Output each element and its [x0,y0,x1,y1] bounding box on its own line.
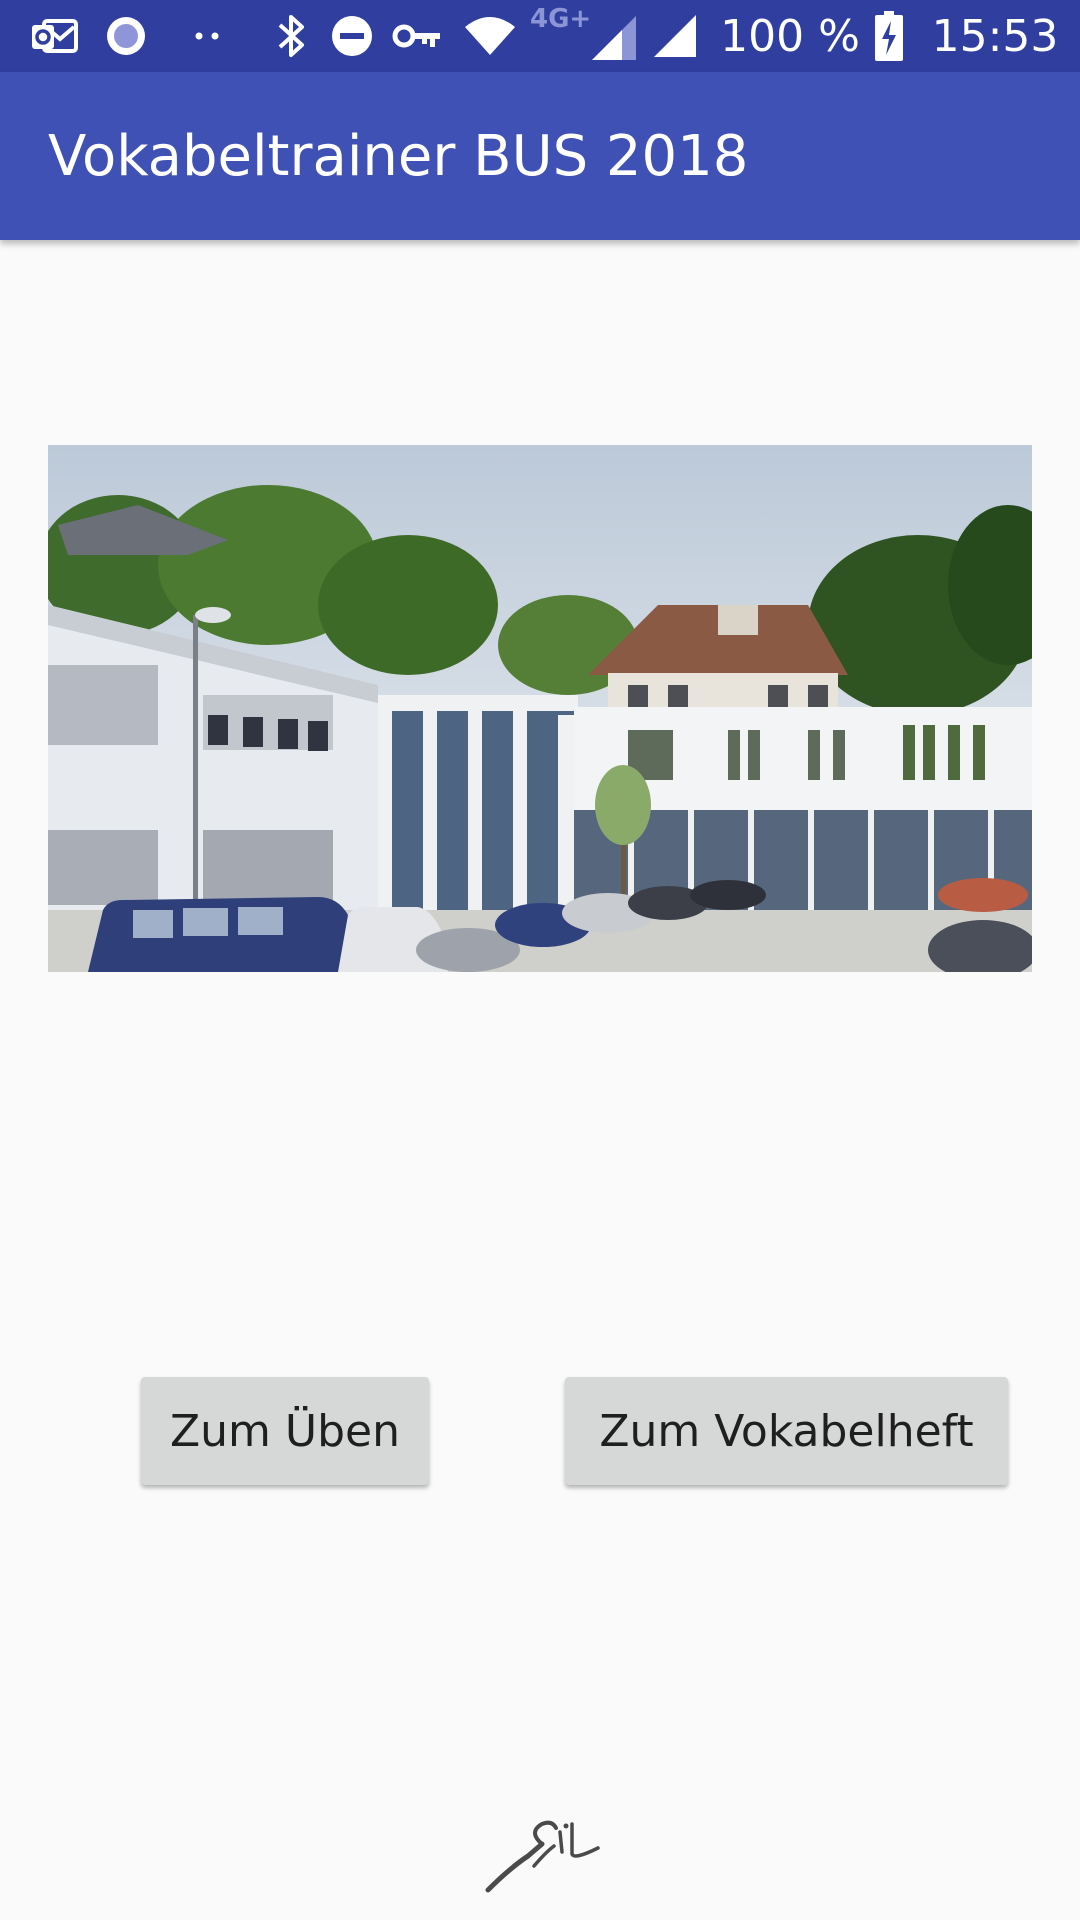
battery-charging-icon [872,0,906,72]
network-type-label: 4G+ [530,4,592,34]
battery-percent: 100 % [720,10,860,62]
school-building-photo [48,445,1032,972]
outlook-icon [28,0,80,72]
more-dots-icon [190,0,226,72]
wifi-icon [462,0,518,72]
bluetooth-icon [272,0,312,72]
record-icon [104,0,148,72]
signal-icon [592,16,636,60]
app-bar: Vokabeltrainer BUS 2018 [0,72,1080,240]
signal-full-icon [652,0,698,72]
mobile-signal: 4G+ [528,0,636,72]
clock: 15:53 [931,10,1059,62]
do-not-disturb-icon [330,0,374,72]
status-bar: 4G+ 100 % 15:53 [0,0,1080,72]
app-title: Vokabeltrainer BUS 2018 [48,123,749,189]
signature-logo [480,1804,610,1904]
practice-button[interactable]: Zum Üben [141,1377,429,1485]
vocabulary-book-button[interactable]: Zum Vokabelheft [565,1377,1008,1485]
vpn-key-icon [392,0,442,72]
